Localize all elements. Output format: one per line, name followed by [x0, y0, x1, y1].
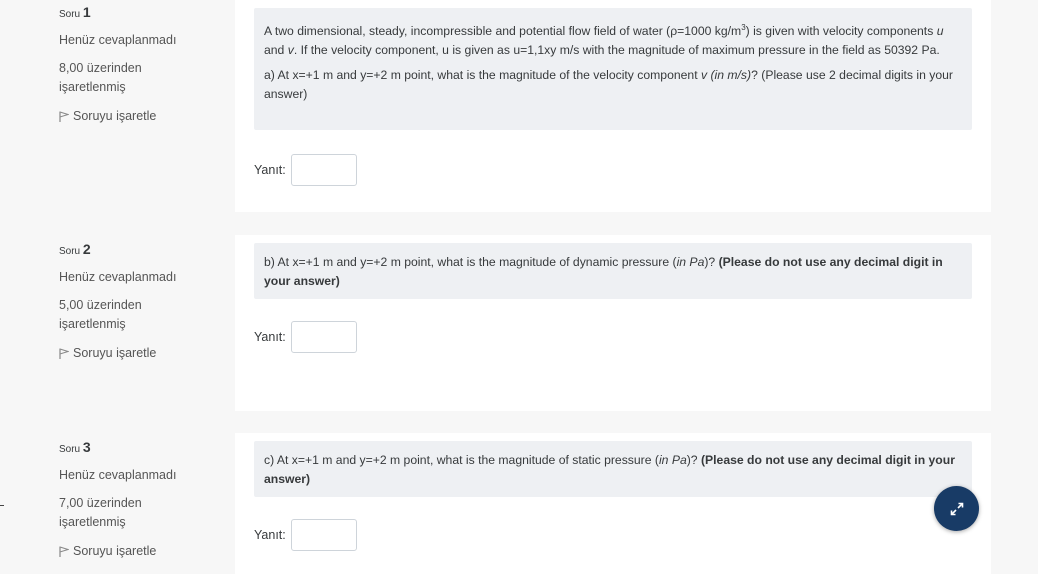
- question-number: Soru 2: [59, 241, 219, 257]
- question-content: b) At x=+1 m and y=+2 m point, what is t…: [235, 235, 991, 411]
- question-text: c) At x=+1 m and y=+2 m point, what is t…: [254, 441, 972, 497]
- question-text: b) At x=+1 m and y=+2 m point, what is t…: [254, 243, 972, 299]
- flag-question-label: Soruyu işaretle: [73, 544, 157, 558]
- answer-label: Yanıt:: [254, 330, 286, 344]
- grade-line-2: işaretlenmiş: [59, 317, 126, 331]
- flag-question-link[interactable]: Soruyu işaretle: [59, 344, 219, 362]
- question-text-paragraph: c) At x=+1 m and y=+2 m point, what is t…: [264, 453, 955, 486]
- edge-mark: [0, 505, 4, 506]
- flag-question-link[interactable]: Soruyu işaretle: [59, 107, 219, 125]
- answer-row: Yanıt:: [254, 321, 357, 353]
- flag-question-link[interactable]: Soruyu işaretle: [59, 542, 219, 560]
- question-info: Soru 1 Henüz cevaplanmadı 8,00 üzerinden…: [59, 4, 219, 125]
- answer-label: Yanıt:: [254, 163, 286, 177]
- question-number-value: 1: [82, 4, 91, 20]
- question-text-paragraph-1: A two dimensional, steady, incompressibl…: [264, 23, 944, 58]
- grade-line-1: 8,00 üzerinden: [59, 61, 142, 75]
- grade-line-2: işaretlenmiş: [59, 515, 126, 529]
- grade-line-2: işaretlenmiş: [59, 80, 126, 94]
- answer-input[interactable]: [290, 154, 357, 186]
- answer-input[interactable]: [290, 321, 357, 353]
- question-grade: 8,00 üzerinden işaretlenmiş: [59, 59, 219, 97]
- question-number-value: 3: [82, 439, 91, 455]
- question-label: Soru: [59, 246, 81, 257]
- answer-row: Yanıt:: [254, 519, 357, 551]
- question-grade: 5,00 üzerinden işaretlenmiş: [59, 296, 219, 334]
- answer-input[interactable]: [290, 519, 357, 551]
- flag-icon: [59, 110, 69, 122]
- question-content: c) At x=+1 m and y=+2 m point, what is t…: [235, 433, 991, 574]
- question-state: Henüz cevaplanmadı: [59, 33, 177, 47]
- flag-question-label: Soruyu işaretle: [73, 346, 157, 360]
- question-text-paragraph-2: a) At x=+1 m and y=+2 m point, what is t…: [264, 68, 953, 102]
- question-info: Soru 2 Henüz cevaplanmadı 5,00 üzerinden…: [59, 241, 219, 362]
- answer-label: Yanıt:: [254, 528, 286, 542]
- question-label: Soru: [59, 9, 81, 20]
- grade-line-1: 7,00 üzerinden: [59, 496, 142, 510]
- question-text: A two dimensional, steady, incompressibl…: [254, 8, 972, 130]
- question-grade: 7,00 üzerinden işaretlenmiş: [59, 494, 219, 532]
- question-info: Soru 3 Henüz cevaplanmadı 7,00 üzerinden…: [59, 439, 219, 560]
- question-content: A two dimensional, steady, incompressibl…: [235, 0, 991, 212]
- fullscreen-toggle-button[interactable]: [934, 486, 979, 531]
- grade-line-1: 5,00 üzerinden: [59, 298, 142, 312]
- answer-row: Yanıt:: [254, 154, 357, 186]
- flag-question-label: Soruyu işaretle: [73, 109, 157, 123]
- question-label: Soru: [59, 444, 81, 455]
- expand-arrows-icon: [950, 502, 963, 515]
- question-text-paragraph: b) At x=+1 m and y=+2 m point, what is t…: [264, 255, 943, 288]
- question-number: Soru 3: [59, 439, 219, 455]
- flag-icon: [59, 347, 69, 359]
- question-number-value: 2: [82, 241, 91, 257]
- flag-icon: [59, 545, 69, 557]
- question-state: Henüz cevaplanmadı: [59, 468, 177, 482]
- question-number: Soru 1: [59, 4, 219, 20]
- question-state: Henüz cevaplanmadı: [59, 270, 177, 284]
